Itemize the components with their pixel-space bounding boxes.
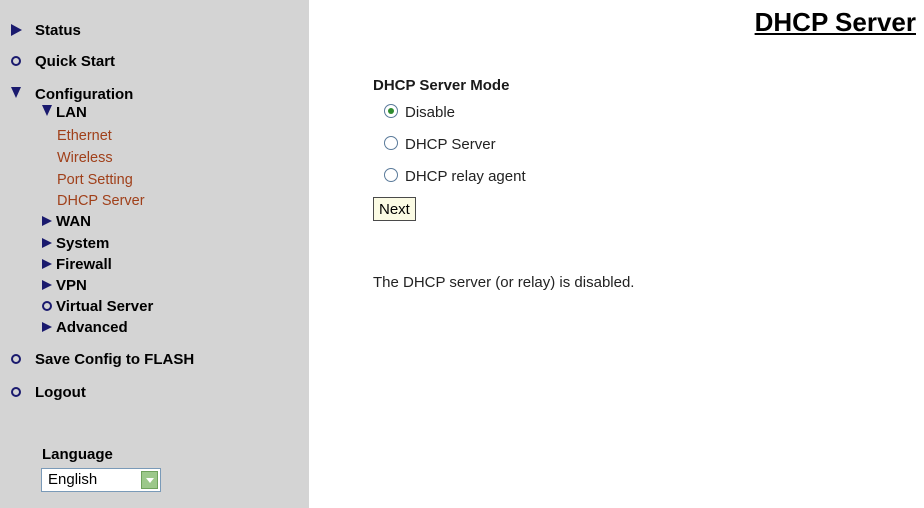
circle-icon (11, 56, 21, 67)
nav-label-wan: WAN (56, 213, 91, 230)
radio-option-dhcp-relay[interactable]: DHCP relay agent (384, 168, 526, 186)
nav-item-configuration[interactable]: Configuration (11, 86, 133, 104)
radio-option-disable[interactable]: Disable (384, 104, 455, 122)
radio-option-dhcp-server[interactable]: DHCP Server (384, 136, 496, 154)
nav-link-wireless[interactable]: Wireless (57, 149, 113, 167)
sidebar-nav: Status Quick Start Configuration LAN Eth… (0, 0, 309, 508)
nav-label-save-config: Save Config to FLASH (35, 351, 195, 368)
triangle-right-icon (42, 280, 52, 291)
dhcp-mode-heading: DHCP Server Mode (373, 77, 510, 94)
nav-item-quick-start[interactable]: Quick Start (11, 53, 115, 71)
nav-label-quick-start: Quick Start (35, 53, 116, 70)
nav-label-configuration: Configuration (35, 86, 134, 103)
nav-item-wan[interactable]: WAN (42, 213, 91, 231)
nav-link-dhcp-server[interactable]: DHCP Server (57, 192, 145, 210)
nav-item-firewall[interactable]: Firewall (42, 256, 112, 274)
triangle-right-icon (42, 259, 52, 270)
nav-label-logout: Logout (35, 384, 86, 401)
status-message: The DHCP server (or relay) is disabled. (373, 274, 635, 291)
page-title: DHCP Server (754, 7, 916, 37)
radio-button[interactable] (384, 136, 398, 151)
language-select[interactable]: English (41, 468, 161, 492)
circle-icon (42, 301, 52, 312)
chevron-down-icon[interactable] (141, 471, 158, 489)
nav-link-ethernet[interactable]: Ethernet (57, 127, 112, 145)
nav-label-lan: LAN (56, 104, 87, 121)
circle-icon (11, 354, 21, 365)
nav-item-status[interactable]: Status (11, 22, 81, 40)
nav-item-vpn[interactable]: VPN (42, 277, 87, 295)
triangle-right-icon (42, 322, 52, 333)
nav-item-virtual-server[interactable]: Virtual Server (42, 298, 153, 316)
triangle-down-icon (11, 87, 21, 98)
circle-icon (11, 387, 21, 398)
nav-label-virtual-server: Virtual Server (56, 298, 154, 315)
language-select-value: English (48, 471, 98, 488)
triangle-right-icon (42, 238, 52, 249)
nav-item-logout[interactable]: Logout (11, 384, 86, 402)
radio-button-checked[interactable] (384, 104, 398, 119)
nav-item-system[interactable]: System (42, 235, 109, 253)
triangle-right-icon (11, 24, 22, 37)
radio-button[interactable] (384, 168, 398, 183)
nav-item-lan[interactable]: LAN (42, 104, 87, 122)
radio-label-disable: Disable (405, 104, 456, 121)
nav-label-system: System (56, 235, 110, 252)
nav-label-status: Status (35, 22, 81, 39)
nav-item-save-config[interactable]: Save Config to FLASH (11, 351, 194, 369)
radio-label-dhcp-relay: DHCP relay agent (405, 168, 526, 185)
nav-item-advanced[interactable]: Advanced (42, 319, 128, 337)
triangle-down-icon (42, 105, 52, 116)
language-label: Language (42, 446, 113, 463)
nav-label-firewall: Firewall (56, 256, 112, 273)
radio-label-dhcp-server: DHCP Server (405, 136, 496, 153)
next-button[interactable]: Next (373, 197, 416, 221)
triangle-right-icon (42, 216, 52, 227)
nav-label-advanced: Advanced (56, 319, 128, 336)
nav-label-vpn: VPN (56, 277, 87, 294)
nav-link-port-setting[interactable]: Port Setting (57, 171, 133, 189)
